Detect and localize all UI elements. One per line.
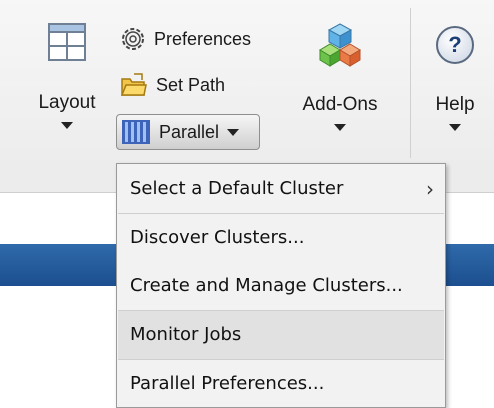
menu-item-parallel-preferences[interactable]: Parallel Preferences... xyxy=(118,360,444,408)
gear-icon xyxy=(122,28,144,50)
menu-item-discover-clusters[interactable]: Discover Clusters... xyxy=(118,214,444,262)
chevron-down-icon xyxy=(449,124,461,131)
menu-item-label: Discover Clusters... xyxy=(130,227,305,248)
layout-button[interactable]: Layout xyxy=(26,22,108,129)
addons-label: Add-Ons xyxy=(302,94,378,115)
toolstrip-separator xyxy=(410,8,411,158)
parallel-bars-icon xyxy=(122,120,150,144)
preferences-button[interactable]: Preferences xyxy=(120,26,251,52)
menu-item-label: Create and Manage Clusters... xyxy=(130,275,403,296)
chevron-down-icon xyxy=(227,128,240,136)
set-path-label: Set Path xyxy=(156,74,226,95)
menu-item-create-manage-clusters[interactable]: Create and Manage Clusters... xyxy=(118,262,444,310)
layout-label: Layout xyxy=(38,92,96,113)
menu-item-select-default-cluster[interactable]: Select a Default Cluster › xyxy=(118,165,444,213)
folder-icon xyxy=(120,73,147,96)
help-label: Help xyxy=(435,94,475,115)
addons-button[interactable]: Add-Ons xyxy=(300,22,380,131)
addons-cubes-icon xyxy=(319,23,361,67)
menu-item-label: Select a Default Cluster xyxy=(130,178,344,199)
parallel-menu: Select a Default Cluster › Discover Clus… xyxy=(116,163,446,408)
parallel-button[interactable]: Parallel xyxy=(116,114,260,150)
toolstrip: Layout Preferences Set Path Parallel Add… xyxy=(0,0,494,171)
menu-item-label: Monitor Jobs xyxy=(130,324,242,345)
parallel-label: Parallel xyxy=(159,121,220,142)
preferences-label: Preferences xyxy=(154,28,252,49)
menu-item-label: Parallel Preferences... xyxy=(130,373,325,394)
help-button[interactable]: ? Help xyxy=(420,26,490,131)
set-path-button[interactable]: Set Path xyxy=(120,72,225,98)
layout-grid-icon xyxy=(48,23,86,61)
help-glyph: ? xyxy=(448,32,462,57)
chevron-down-icon xyxy=(334,124,346,131)
chevron-down-icon xyxy=(61,122,73,129)
help-icon: ? xyxy=(436,26,474,64)
menu-item-monitor-jobs[interactable]: Monitor Jobs xyxy=(118,311,444,359)
submenu-arrow-icon: › xyxy=(426,177,434,201)
